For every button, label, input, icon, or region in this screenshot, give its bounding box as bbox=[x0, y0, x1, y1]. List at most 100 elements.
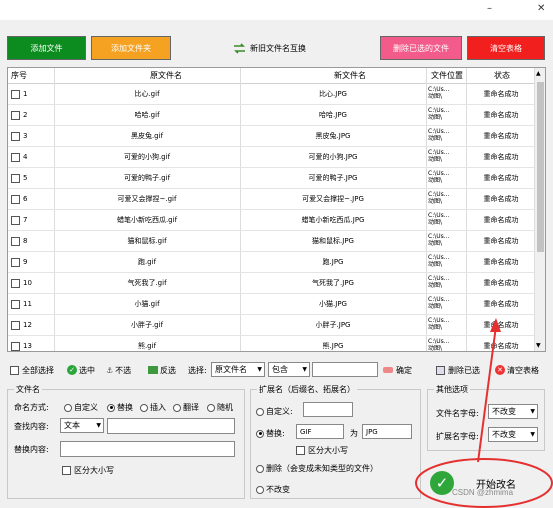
clear-table-button[interactable]: 清空表格 bbox=[467, 36, 545, 60]
row-location-folder: 动图\ bbox=[428, 114, 443, 121]
swap-names-button[interactable]: 新旧文件名互换 bbox=[233, 40, 306, 56]
row-number: 12 bbox=[23, 321, 32, 329]
scroll-down-icon[interactable]: ▼ bbox=[536, 342, 541, 349]
scroll-up-icon[interactable]: ▲ bbox=[536, 70, 541, 77]
radio-icon bbox=[256, 407, 264, 416]
name-case-checkbox[interactable]: 区分大小写 bbox=[62, 465, 114, 476]
ext-to-input[interactable]: JPG bbox=[362, 424, 412, 439]
table-row[interactable]: 6 可爱又会撑捏~.gif 可爱又会撑捏~.JPG C:\Us... 动图\ 重命名成功 bbox=[8, 189, 545, 210]
row-old-name: 跑.gif bbox=[137, 258, 157, 266]
row-checkbox[interactable] bbox=[11, 173, 20, 183]
table-row[interactable]: 2 哈哈.gif 哈哈.JPG C:\Us... 动图\ 重命名成功 bbox=[8, 105, 545, 126]
row-location-path: C:\Us... bbox=[428, 296, 450, 303]
row-checkbox[interactable] bbox=[11, 152, 20, 162]
clear-table-label: 清空表格 bbox=[507, 365, 539, 375]
invert-button[interactable]: 反选 bbox=[148, 362, 176, 378]
row-number: 8 bbox=[23, 237, 28, 245]
row-location-path: C:\Us... bbox=[428, 128, 450, 135]
row-location: C:\Us... 动图\ bbox=[426, 126, 466, 147]
table-row[interactable]: 4 可爱的小狗.gif 可爱的小狗.JPG C:\Us... 动图\ 重命名成功 bbox=[8, 147, 545, 168]
row-number: 4 bbox=[23, 153, 28, 161]
vertical-scrollbar[interactable]: ▲ ▼ bbox=[534, 68, 545, 351]
image-icon bbox=[148, 366, 158, 374]
table-row[interactable]: 11 小猫.gif 小猫.JPG C:\Us... 动图\ 重命名成功 bbox=[8, 294, 545, 315]
row-checkbox[interactable] bbox=[11, 215, 20, 225]
select-all-checkbox[interactable]: 全部选择 bbox=[10, 362, 54, 378]
row-location: C:\Us... 动图\ bbox=[426, 231, 466, 252]
table-row[interactable]: 9 跑.gif 跑.JPG C:\Us... 动图\ 重命名成功 bbox=[8, 252, 545, 273]
anchor-icon: ⚓ bbox=[106, 365, 114, 375]
table-row[interactable]: 10 气死我了.gif 气死我了.JPG C:\Us... 动图\ 重命名成功 bbox=[8, 273, 545, 294]
row-checkbox[interactable] bbox=[11, 299, 20, 309]
scroll-thumb[interactable] bbox=[537, 82, 544, 252]
delete-selected-files-button[interactable]: 删除已选的文件 bbox=[380, 36, 462, 60]
delete-selected-small-button[interactable]: 删除已选 bbox=[436, 362, 480, 378]
field-select[interactable]: 原文件名 ▼ bbox=[211, 362, 265, 377]
row-number: 10 bbox=[23, 279, 32, 287]
table-row[interactable]: 12 小胖子.gif 小胖子.JPG C:\Us... 动图\ 重命名成功 bbox=[8, 315, 545, 336]
table-row[interactable]: 7 蜡笔小新吃西瓜.gif 蜡笔小新吃西瓜.JPG C:\Us... 动图\ 重命名成功 bbox=[8, 210, 545, 231]
ext-custom-input[interactable] bbox=[303, 402, 353, 417]
mode-random-radio[interactable]: 随机 bbox=[207, 402, 233, 413]
ext-case-select[interactable]: 不改变 ▼ bbox=[488, 427, 538, 442]
mode-custom-radio[interactable]: 自定义 bbox=[64, 402, 98, 413]
ext-nochange-radio[interactable]: 不改变 bbox=[256, 484, 290, 495]
ext-custom-radio[interactable]: 自定义: bbox=[256, 406, 293, 417]
row-index: 3 bbox=[8, 126, 54, 147]
mode-replace-radio[interactable]: 替换 bbox=[107, 402, 133, 413]
checkbox-icon bbox=[62, 466, 71, 475]
filename-case-value: 不改变 bbox=[492, 407, 516, 416]
match-select-value: 包含 bbox=[272, 365, 288, 374]
choose-label: 选择: bbox=[188, 365, 207, 375]
table-row[interactable]: 8 猫和鼠标.gif 猫和鼠标.JPG C:\Us... 动图\ 重命名成功 bbox=[8, 231, 545, 252]
row-checkbox[interactable] bbox=[11, 341, 20, 351]
row-new-name: 哈哈.JPG bbox=[319, 111, 347, 119]
row-checkbox[interactable] bbox=[11, 131, 20, 141]
minimize-button[interactable]: – bbox=[487, 3, 492, 14]
ext-delete-label: 删除（会变成未知类型的文件） bbox=[266, 464, 378, 473]
row-checkbox[interactable] bbox=[11, 257, 20, 267]
ext-delete-radio[interactable]: 删除（会变成未知类型的文件） bbox=[256, 463, 378, 474]
row-checkbox[interactable] bbox=[11, 278, 20, 288]
clear-table-small-button[interactable]: ✕ 清空表格 bbox=[495, 362, 539, 378]
mode-translate-radio[interactable]: 翻译 bbox=[173, 402, 199, 413]
ext-nochange-label: 不改变 bbox=[266, 485, 290, 494]
unselect-button[interactable]: ⚓ 不选 bbox=[106, 362, 131, 378]
chevron-down-icon: ▼ bbox=[530, 408, 535, 415]
table-row[interactable]: 3 黑皮兔.gif 黑皮兔.JPG C:\Us... 动图\ 重命名成功 bbox=[8, 126, 545, 147]
row-checkbox[interactable] bbox=[11, 194, 20, 204]
row-location: C:\Us... 动图\ bbox=[426, 168, 466, 189]
add-file-button[interactable]: 添加文件 bbox=[7, 36, 86, 60]
confirm-label: 确定 bbox=[396, 365, 412, 375]
row-checkbox[interactable] bbox=[11, 110, 20, 120]
checkbox-icon bbox=[296, 446, 305, 455]
match-select[interactable]: 包含 ▼ bbox=[268, 362, 310, 377]
row-checkbox[interactable] bbox=[11, 320, 20, 330]
row-old-name: 可爱的鸭子.gif bbox=[123, 174, 171, 182]
find-input[interactable] bbox=[107, 418, 235, 434]
find-type-select[interactable]: 文本 ▼ bbox=[60, 418, 104, 433]
title-bar bbox=[0, 0, 553, 20]
row-checkbox[interactable] bbox=[11, 89, 20, 99]
ext-from-input[interactable]: GIF bbox=[296, 424, 344, 439]
filename-case-select[interactable]: 不改变 ▼ bbox=[488, 404, 538, 419]
row-checkbox[interactable] bbox=[11, 236, 20, 246]
select-button[interactable]: ✓ 选中 bbox=[67, 362, 95, 378]
add-folder-button[interactable]: 添加文件夹 bbox=[91, 36, 171, 60]
table-row[interactable]: 5 可爱的鸭子.gif 可爱的鸭子.JPG C:\Us... 动图\ 重命名成功 bbox=[8, 168, 545, 189]
confirm-button[interactable]: 确定 bbox=[383, 362, 412, 378]
row-location-folder: 动图\ bbox=[428, 345, 443, 352]
mode-insert-radio[interactable]: 插入 bbox=[140, 402, 166, 413]
file-table[interactable]: 序号 原文件名 新文件名 文件位置 状态 1 比心.gif 比心.JPG C:\Us.… bbox=[7, 67, 546, 352]
ext-replace-radio[interactable]: 替换: bbox=[256, 428, 285, 439]
match-text-input[interactable] bbox=[312, 362, 378, 377]
table-row[interactable]: 13 熊.gif 熊.JPG C:\Us... 动图\ 重命名成功 bbox=[8, 336, 545, 352]
select-label: 选中 bbox=[79, 365, 95, 375]
row-index: 13 bbox=[8, 336, 54, 351]
table-row[interactable]: 1 比心.gif 比心.JPG C:\Us... 动图\ 重命名成功 bbox=[8, 84, 545, 105]
ext-case-checkbox[interactable]: 区分大小写 bbox=[296, 445, 348, 456]
row-location-path: C:\Us... bbox=[428, 254, 450, 261]
close-button[interactable]: ✕ bbox=[537, 3, 545, 14]
replace-input[interactable] bbox=[60, 441, 235, 457]
row-new-name: 可爱又会撑捏~.JPG bbox=[302, 195, 364, 203]
